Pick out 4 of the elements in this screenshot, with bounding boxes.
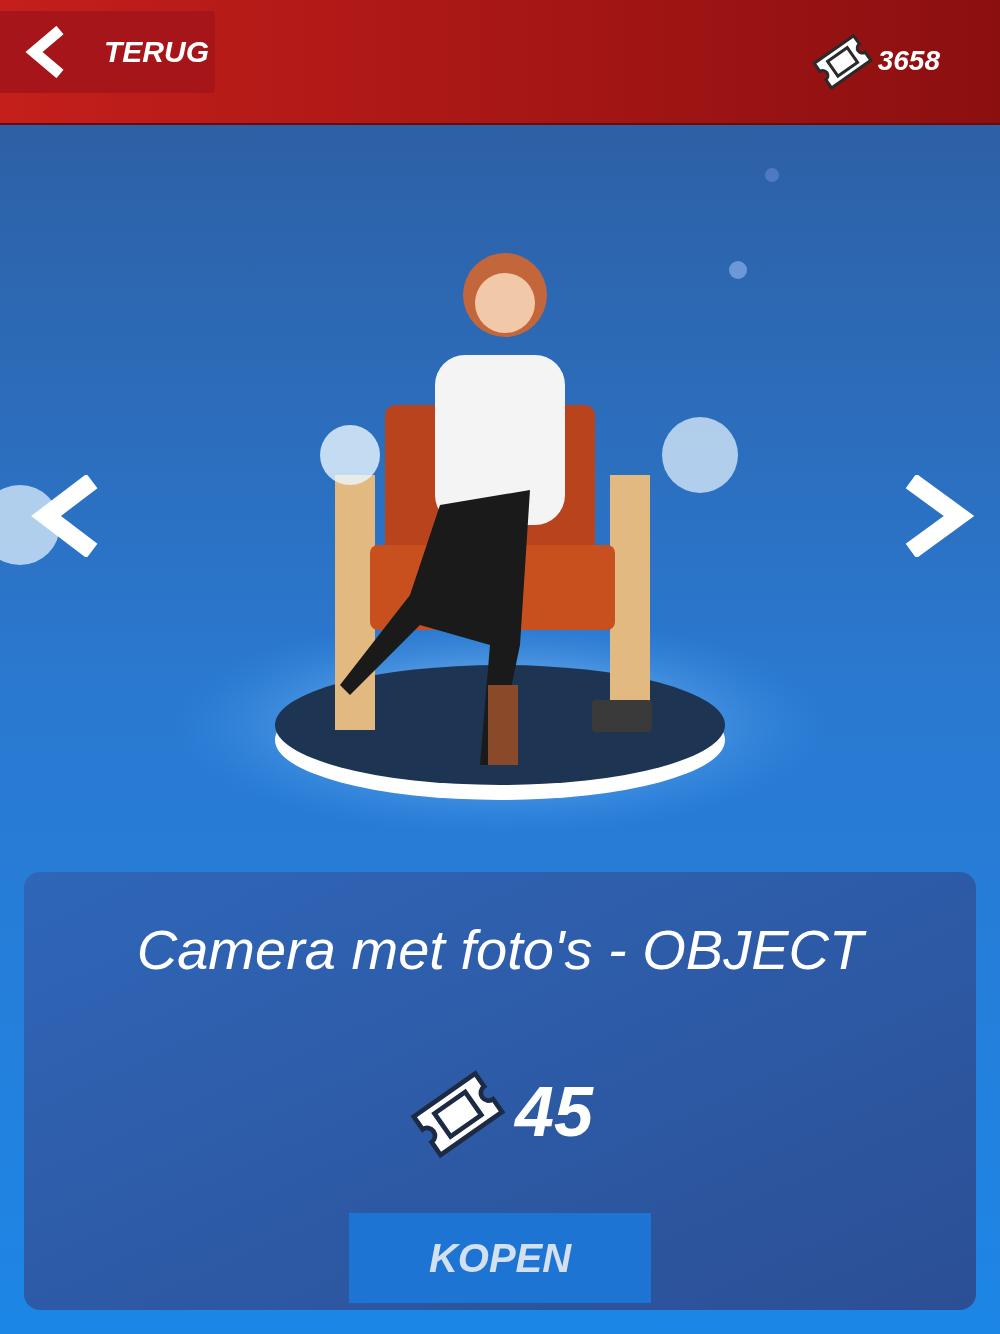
- item-price: 45: [515, 1072, 593, 1153]
- previous-arrow-icon[interactable]: [30, 475, 100, 557]
- back-button[interactable]: TERUG: [0, 10, 215, 93]
- ticket-balance: 3658: [877, 43, 940, 78]
